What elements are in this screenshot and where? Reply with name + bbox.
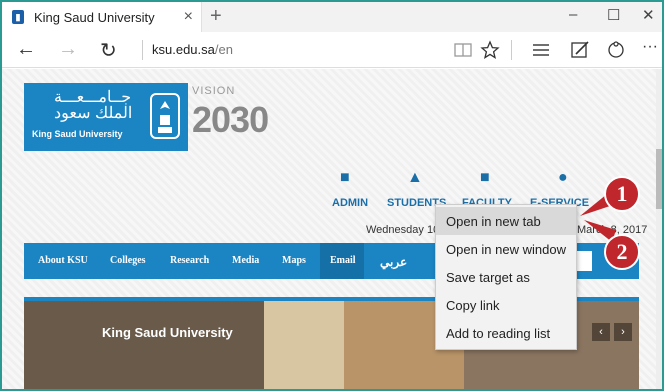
new-tab-icon[interactable]: + (210, 5, 222, 28)
nav-email[interactable]: Email (330, 255, 356, 266)
date-text: Wednesday 10 (366, 224, 440, 236)
favorite-star-icon[interactable] (480, 40, 500, 60)
vision-label: VISION (192, 85, 236, 97)
refresh-icon[interactable]: ↻ (100, 38, 117, 63)
students-icon: ▲ (407, 169, 423, 186)
nav-maps[interactable]: Maps (282, 255, 306, 266)
ctx-add-reading-list[interactable]: Add to reading list (436, 319, 576, 347)
ksu-logo[interactable]: جــامـــعـــة الملك سعود King Saud Unive… (24, 83, 188, 151)
slide-title: King Saud University (102, 325, 233, 340)
navigation-bar: ← → ↻ ksu.edu.sa/en ··· (2, 32, 662, 68)
admin-icon: ■ (340, 169, 350, 186)
address-separator (142, 40, 143, 60)
forward-icon[interactable]: → (58, 38, 78, 61)
slider-prev-icon[interactable]: ‹ (592, 323, 610, 341)
share-icon[interactable] (606, 40, 626, 60)
nav-research[interactable]: Research (170, 255, 209, 266)
browser-window: ▮ King Saud University × + – ☐ ✕ ← → ↻ k… (0, 0, 664, 391)
ksu-favicon-icon: ▮ (12, 10, 24, 24)
slider-next-icon[interactable]: › (614, 323, 632, 341)
ctx-copy-link[interactable]: Copy link (436, 291, 576, 319)
tab-title: King Saud University (34, 9, 155, 25)
callout-2: 2 (604, 234, 640, 270)
close-window-icon[interactable]: ✕ (642, 6, 655, 24)
logo-arabic-line2: الملك سعود (54, 105, 133, 122)
nav-about[interactable]: About KSU (38, 255, 88, 266)
browser-tab[interactable]: ▮ King Saud University × (2, 2, 202, 32)
url-host: ksu.edu.sa (152, 42, 215, 57)
page-scrollbar[interactable] (656, 69, 662, 389)
reading-view-icon[interactable] (454, 42, 472, 58)
scroll-thumb[interactable] (656, 149, 662, 209)
vision-2030-logo: VISION 2030 (192, 83, 292, 151)
faculty-icon: ■ (480, 169, 490, 186)
maximize-icon[interactable]: ☐ (607, 6, 620, 24)
ksu-emblem-icon (150, 93, 180, 139)
minimize-icon[interactable]: – (569, 6, 577, 23)
slide-photo-mid (264, 301, 344, 389)
nav-arabic[interactable]: عربي (380, 255, 407, 270)
address-bar[interactable]: ksu.edu.sa/en (152, 42, 233, 57)
back-icon[interactable]: ← (16, 38, 36, 61)
web-note-icon[interactable] (570, 40, 590, 60)
callout-1: 1 (604, 176, 640, 212)
hub-icon[interactable] (532, 42, 550, 58)
nav-media[interactable]: Media (232, 255, 259, 266)
more-icon[interactable]: ··· (642, 38, 658, 56)
top-menu-admin[interactable]: ADMIN (332, 197, 368, 209)
vision-year: 2030 (192, 99, 269, 140)
logo-english: King Saud University (32, 129, 123, 139)
title-bar: ▮ King Saud University × + – ☐ ✕ (2, 2, 662, 32)
url-path: /en (214, 42, 233, 57)
nav-colleges[interactable]: Colleges (110, 255, 146, 266)
toolbar-separator (511, 40, 512, 60)
close-tab-icon[interactable]: × (184, 8, 193, 26)
slide-photo-left (24, 301, 264, 389)
ctx-save-target[interactable]: Save target as (436, 263, 576, 291)
